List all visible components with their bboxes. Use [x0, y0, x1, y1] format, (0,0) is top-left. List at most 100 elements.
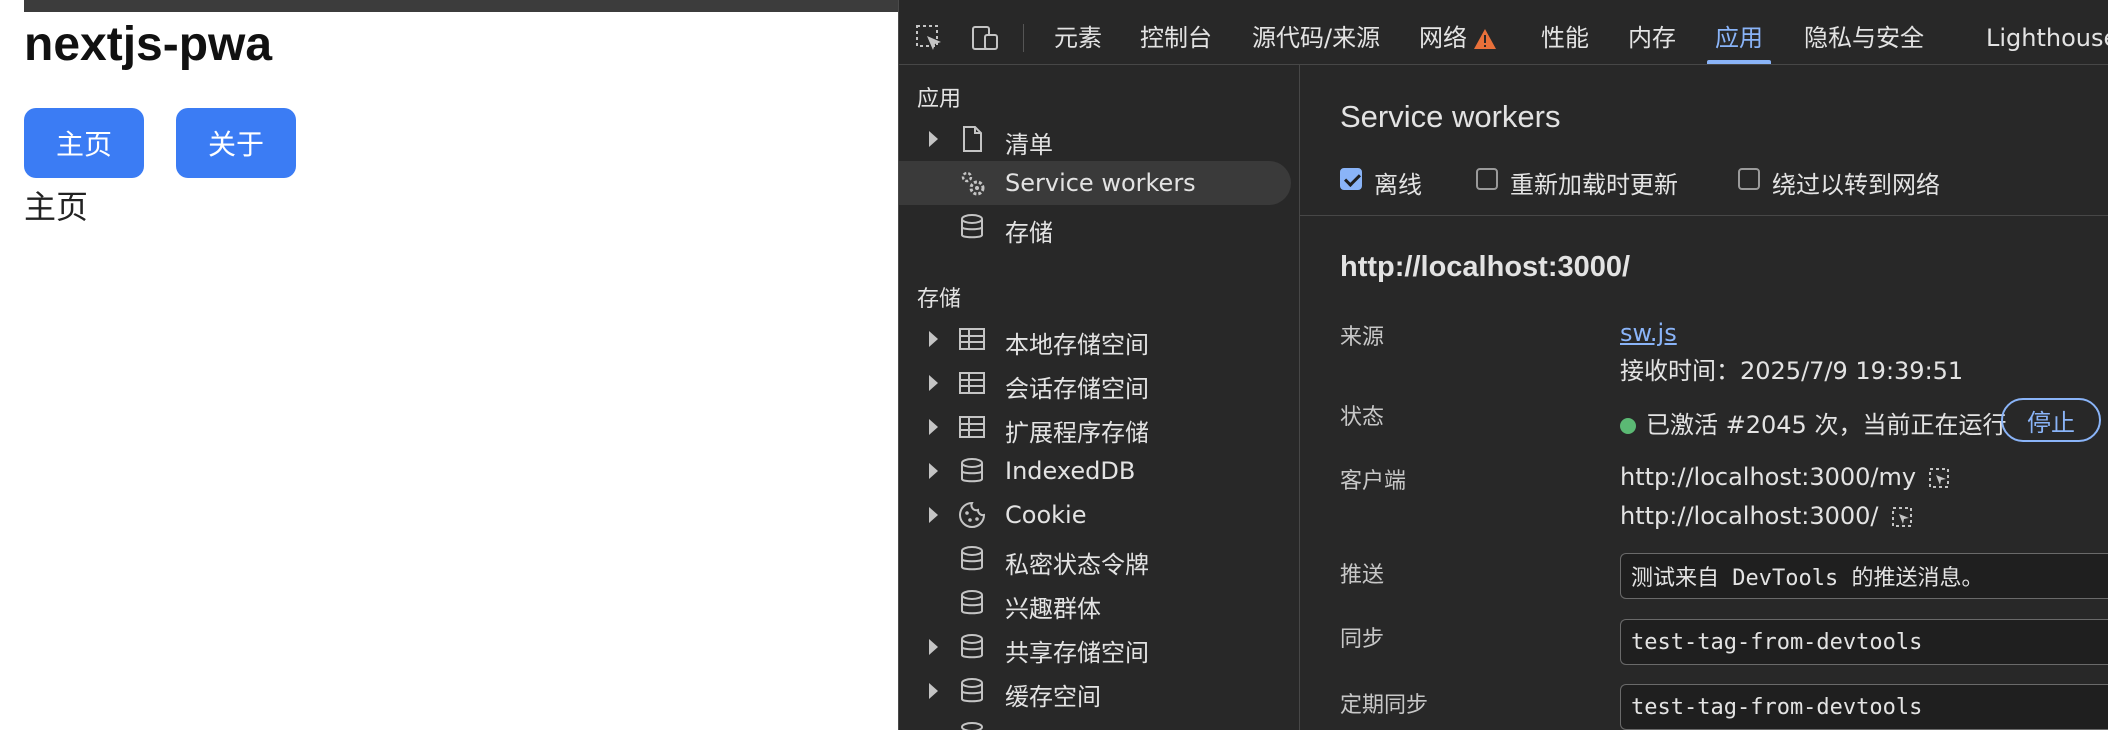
table-icon [959, 372, 985, 394]
sidebar-item-extension-storage[interactable]: 扩展程序存储 [899, 405, 1291, 449]
sidebar-item-local-storage[interactable]: 本地存储空间 [899, 317, 1291, 361]
sidebar-item-interest-groups[interactable]: 兴趣群体 [899, 581, 1291, 625]
devtools-toolbar: 元素 控制台 源代码/来源 网络 性能 内存 应用 隐私与安全 Lighthou… [899, 12, 2108, 65]
stop-button[interactable]: 停止 [2001, 398, 2101, 442]
about-button[interactable]: 关于 [176, 108, 296, 178]
sidebar-item-label: 私密状态令牌 [1005, 551, 1149, 579]
expand-arrow-icon[interactable] [929, 331, 938, 347]
source-value: sw.js [1620, 319, 1677, 347]
device-toolbar-icon[interactable] [969, 22, 1001, 54]
tab-application[interactable]: 应用 [1707, 12, 1771, 64]
expand-arrow-icon[interactable] [929, 131, 938, 147]
tab-performance[interactable]: 性能 [1541, 12, 1589, 64]
push-input[interactable] [1620, 553, 2108, 599]
database-icon [961, 458, 983, 483]
checkbox-label: 重新加载时更新 [1510, 171, 1678, 199]
sidebar-item-label: Service workers [1005, 169, 1196, 197]
client-row: http://localhost:3000/ [1620, 502, 1913, 530]
expand-arrow-icon[interactable] [929, 375, 938, 391]
database-icon [961, 678, 983, 703]
sidebar-item-indexeddb[interactable]: IndexedDB [899, 449, 1291, 493]
clients-label: 客户端 [1340, 469, 1407, 494]
push-label: 推送 [1340, 563, 1385, 588]
inspect-element-icon[interactable] [913, 22, 945, 54]
sw-origin: http://localhost:3000/ [1340, 251, 1631, 283]
focus-client-icon[interactable] [1891, 506, 1913, 528]
client-url: http://localhost:3000/ [1620, 502, 1879, 530]
checkbox-box[interactable] [1476, 168, 1498, 190]
table-icon [959, 416, 985, 438]
sidebar-item-partial[interactable] [899, 713, 1291, 730]
tab-memory[interactable]: 内存 [1628, 12, 1676, 64]
sidebar-item-label: 共享存储空间 [1005, 639, 1149, 667]
table-icon [959, 328, 985, 350]
sidebar-item-cache-storage[interactable]: 缓存空间 [899, 669, 1291, 713]
sidebar-section-application: 应用 [917, 87, 962, 112]
received-time: 接收时间：2025/7/9 19:39:51 [1620, 357, 1964, 385]
sidebar-item-label: 存储 [1005, 219, 1053, 247]
sidebar-section-storage: 存储 [917, 287, 962, 312]
tab-privacy-security[interactable]: 隐私与安全 [1804, 12, 1924, 64]
devtools-panel: 元素 控制台 源代码/来源 网络 性能 内存 应用 隐私与安全 Lighthou… [898, 0, 2108, 730]
sidebar-item-label: 清单 [1005, 131, 1053, 159]
page-top-bar [24, 0, 898, 12]
checkbox-box[interactable] [1340, 168, 1362, 190]
sidebar-item-shared-storage[interactable]: 共享存储空间 [899, 625, 1291, 669]
status-text: 已激活 #2045 次，当前正在运行 [1646, 411, 2007, 439]
database-icon [961, 634, 983, 659]
expand-arrow-icon[interactable] [929, 507, 938, 523]
focus-client-icon[interactable] [1928, 467, 1950, 489]
status-running-icon [1620, 418, 1636, 434]
gears-icon [961, 171, 985, 196]
expand-arrow-icon[interactable] [929, 419, 938, 435]
periodic-sync-label: 定期同步 [1340, 693, 1429, 718]
pane-title: Service workers [1340, 99, 1561, 134]
sidebar-item-label: 兴趣群体 [1005, 595, 1101, 623]
application-sidebar: 应用 清单 Service workers 存储 存储 本地存储空间 会话存储空… [899, 65, 1300, 730]
sidebar-item-service-workers[interactable]: Service workers [899, 161, 1291, 205]
page-title: nextjs-pwa [24, 18, 273, 71]
client-row: http://localhost:3000/my [1620, 463, 1950, 491]
sidebar-item-label: 缓存空间 [1005, 683, 1101, 711]
database-icon [961, 722, 983, 730]
sidebar-item-label: IndexedDB [1005, 457, 1136, 485]
sidebar-item-session-storage[interactable]: 会话存储空间 [899, 361, 1291, 405]
checkbox-label: 离线 [1374, 171, 1422, 199]
service-workers-pane: Service workers 离线 重新加载时更新 绕过以转到网络 http:… [1300, 65, 2108, 730]
source-label: 来源 [1340, 325, 1385, 350]
sidebar-item-label: 会话存储空间 [1005, 375, 1149, 403]
sidebar-item-storage[interactable]: 存储 [899, 205, 1291, 249]
tab-console[interactable]: 控制台 [1140, 12, 1212, 64]
database-icon [961, 546, 983, 571]
database-icon [961, 590, 983, 615]
sidebar-item-private-state-tokens[interactable]: 私密状态令牌 [899, 537, 1291, 581]
tab-lighthouse[interactable]: Lighthouse [1986, 12, 2108, 64]
sync-input[interactable] [1620, 619, 2108, 665]
file-icon [963, 126, 982, 152]
tab-sources[interactable]: 源代码/来源 [1252, 12, 1380, 64]
status-label: 状态 [1340, 405, 1385, 430]
divider [1300, 215, 2108, 216]
home-button[interactable]: 主页 [24, 108, 144, 178]
cookie-icon [959, 501, 986, 528]
sidebar-item-cookie[interactable]: Cookie [899, 493, 1291, 537]
sidebar-item-manifest[interactable]: 清单 [899, 117, 1291, 161]
sync-label: 同步 [1340, 627, 1385, 652]
database-icon [961, 214, 983, 239]
checkbox-label: 绕过以转到网络 [1772, 171, 1940, 199]
checkbox-box[interactable] [1738, 168, 1760, 190]
expand-arrow-icon[interactable] [929, 683, 938, 699]
tab-network-label: 网络 [1419, 24, 1467, 52]
tab-elements[interactable]: 元素 [1054, 12, 1102, 64]
toolbar-separator [1023, 24, 1024, 52]
warning-icon [1474, 29, 1496, 49]
expand-arrow-icon[interactable] [929, 463, 938, 479]
status-value: 已激活 #2045 次，当前正在运行 [1620, 405, 2006, 440]
periodic-sync-input[interactable] [1620, 684, 2108, 730]
source-link[interactable]: sw.js [1620, 319, 1677, 347]
sidebar-item-label: 本地存储空间 [1005, 331, 1149, 359]
page-content-text: 主页 [24, 189, 89, 225]
expand-arrow-icon[interactable] [929, 639, 938, 655]
tab-network[interactable]: 网络 [1419, 12, 1497, 64]
web-page: nextjs-pwa 主页 关于 主页 [0, 0, 898, 730]
